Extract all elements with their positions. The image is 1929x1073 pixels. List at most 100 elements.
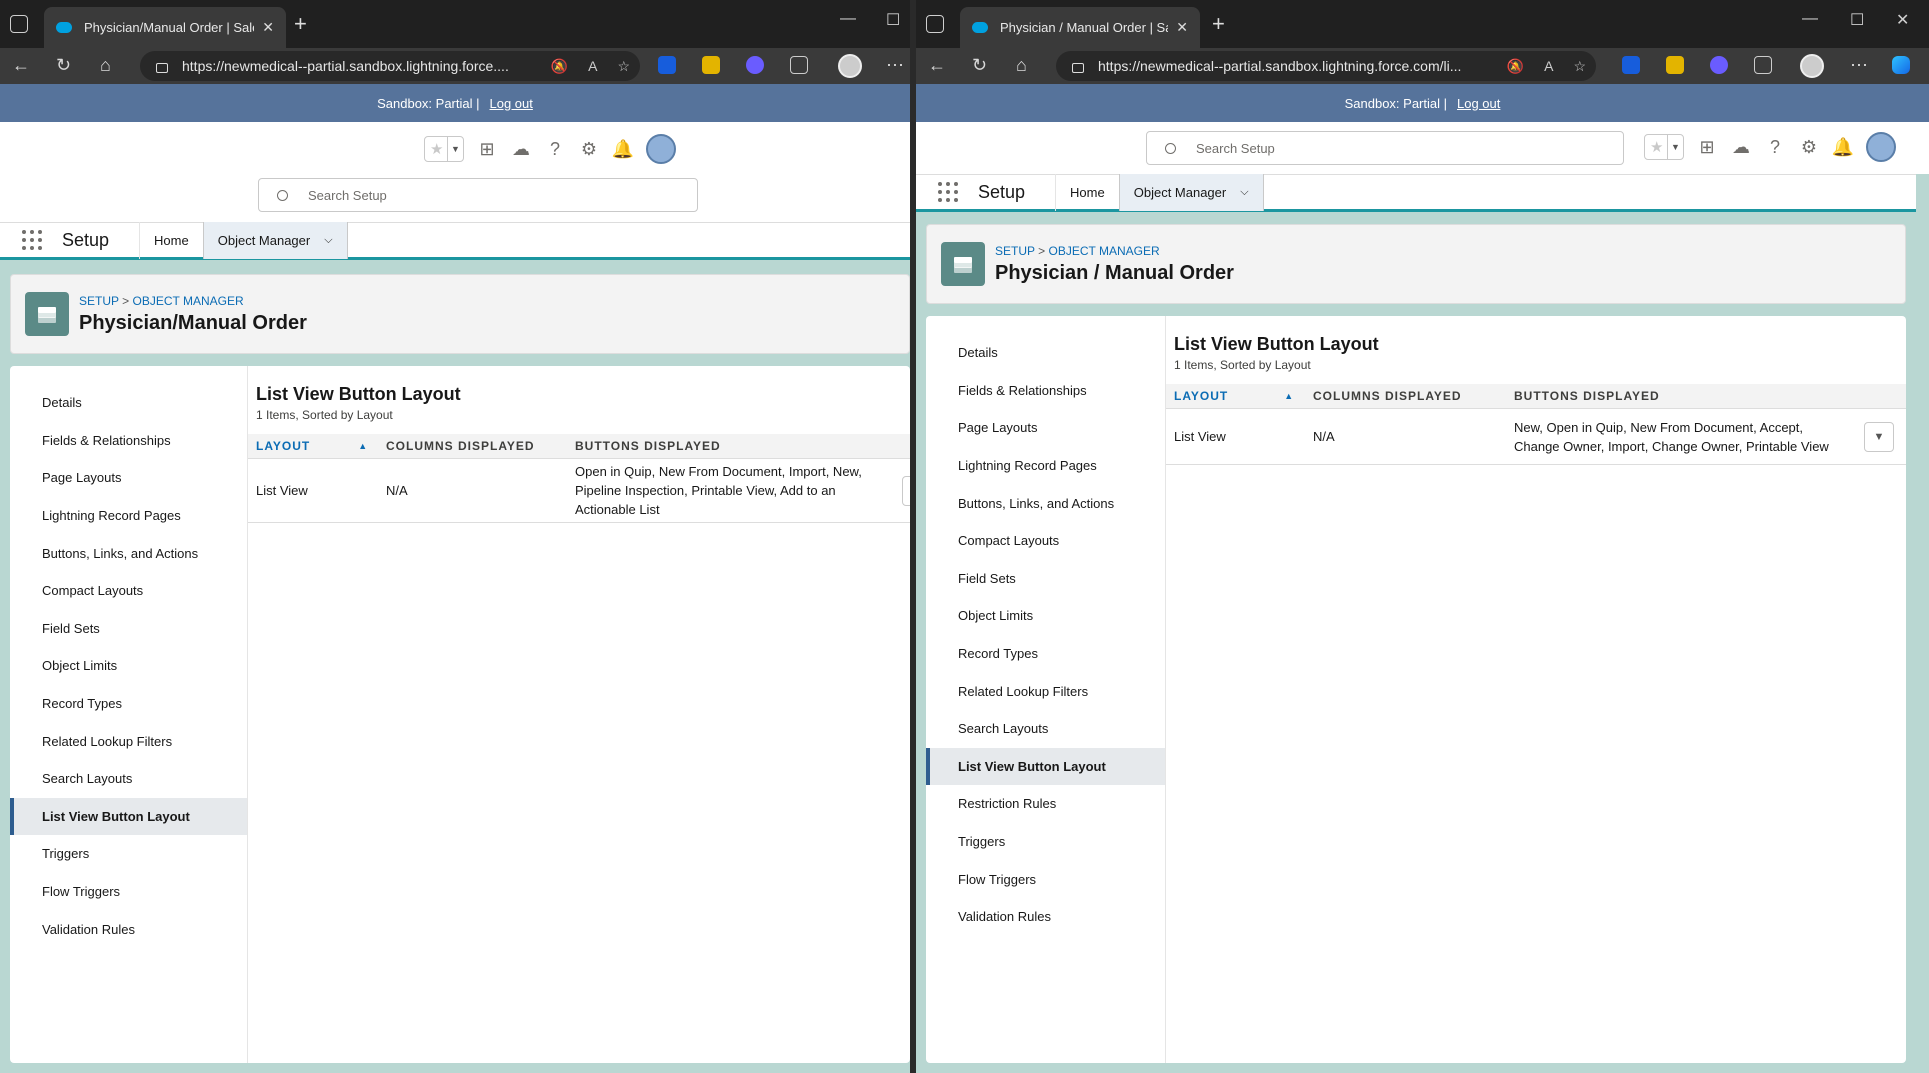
nav-home[interactable]: Home xyxy=(139,221,203,259)
home-icon[interactable]: ⌂ xyxy=(100,55,111,76)
extension-icon[interactable] xyxy=(1710,56,1728,74)
minimize-icon[interactable]: — xyxy=(840,10,856,28)
help-icon[interactable]: ? xyxy=(544,138,566,160)
avatar[interactable] xyxy=(1866,132,1896,162)
chevron-down-icon[interactable]: ⌵ xyxy=(1240,186,1248,199)
sidenav-item[interactable]: Details xyxy=(10,384,247,422)
sidenav-item[interactable]: Flow Triggers xyxy=(926,860,1165,898)
maximize-icon[interactable]: ☐ xyxy=(1850,10,1864,30)
back-icon[interactable]: ← xyxy=(12,55,30,76)
add-icon[interactable]: ⊞ xyxy=(476,138,498,160)
sidenav-item[interactable]: Fields & Relationships xyxy=(926,372,1165,410)
bitwarden-icon[interactable] xyxy=(1622,56,1640,74)
crumb-object-manager[interactable]: OBJECT MANAGER xyxy=(133,294,244,308)
sidenav-item[interactable]: Field Sets xyxy=(10,610,247,648)
profile-icon[interactable] xyxy=(838,54,862,78)
refresh-icon[interactable]: ↻ xyxy=(972,55,987,76)
copilot-icon[interactable] xyxy=(1892,56,1910,74)
sidenav-item[interactable]: Search Layouts xyxy=(10,760,247,798)
sidenav-item[interactable]: Page Layouts xyxy=(926,409,1165,447)
sidenav-item[interactable]: List View Button Layout xyxy=(10,797,247,836)
mute-icon[interactable]: 🔕 xyxy=(1507,58,1524,75)
crumb-setup[interactable]: SETUP xyxy=(79,294,119,308)
sidenav-item[interactable]: Related Lookup Filters xyxy=(926,672,1165,710)
extension-icon[interactable] xyxy=(746,56,764,74)
profile-icon[interactable] xyxy=(1800,54,1824,78)
sidenav-item[interactable]: Lightning Record Pages xyxy=(10,497,247,535)
trailhead-icon[interactable]: ☁ xyxy=(1730,136,1752,158)
favorites-button[interactable]: ★ ▼ xyxy=(1644,134,1684,160)
home-icon[interactable]: ⌂ xyxy=(1016,55,1027,76)
new-tab-icon[interactable]: + xyxy=(294,11,307,37)
sidenav-item[interactable]: Restriction Rules xyxy=(926,785,1165,823)
puzzle-icon[interactable] xyxy=(790,56,808,74)
browser-tab[interactable]: Physician / Manual Order | Salesf ✕ xyxy=(960,7,1200,48)
close-tab-icon[interactable]: ✕ xyxy=(1176,19,1188,36)
bell-icon[interactable]: 🔔 xyxy=(1832,136,1854,158)
extension-icon[interactable] xyxy=(702,56,720,74)
avatar[interactable] xyxy=(646,134,676,164)
sidenav-item[interactable]: Triggers xyxy=(926,823,1165,861)
favorites-button[interactable]: ★ ▼ xyxy=(424,136,464,162)
browser-tab[interactable]: Physician/Manual Order | Salesfo ✕ xyxy=(44,7,286,48)
add-icon[interactable]: ⊞ xyxy=(1696,136,1718,158)
logout-link[interactable]: Log out xyxy=(1457,96,1500,111)
sidenav-item[interactable]: Search Layouts xyxy=(926,710,1165,748)
nav-object-manager[interactable]: Object Manager ⌵ xyxy=(1118,173,1264,211)
mute-icon[interactable]: 🔕 xyxy=(551,58,568,75)
more-icon[interactable]: ⋯ xyxy=(886,55,904,76)
bell-icon[interactable]: 🔔 xyxy=(612,138,634,160)
sidenav-item[interactable]: Record Types xyxy=(926,635,1165,673)
minimize-icon[interactable]: — xyxy=(1802,10,1818,28)
refresh-icon[interactable]: ↻ xyxy=(56,55,71,76)
search-input[interactable]: Search Setup xyxy=(1146,131,1624,165)
chevron-down-icon[interactable]: ▼ xyxy=(447,137,463,161)
crumb-object-manager[interactable]: OBJECT MANAGER xyxy=(1049,244,1160,258)
sidenav-item[interactable]: Fields & Relationships xyxy=(10,422,247,460)
sidenav-item[interactable]: Lightning Record Pages xyxy=(926,447,1165,485)
row-action-button[interactable]: ▼ xyxy=(902,476,910,506)
sidenav-item[interactable]: Related Lookup Filters xyxy=(10,722,247,760)
help-icon[interactable]: ? xyxy=(1764,136,1786,158)
sidenav-item[interactable]: Field Sets xyxy=(926,560,1165,598)
sidenav-item[interactable]: Validation Rules xyxy=(10,910,247,948)
row-action-button[interactable]: ▼ xyxy=(1864,422,1894,452)
sidenav-item[interactable]: Triggers xyxy=(10,835,247,873)
trailhead-icon[interactable]: ☁ xyxy=(510,138,532,160)
col-layout[interactable]: LAYOUT ▲ xyxy=(248,439,378,453)
bitwarden-icon[interactable] xyxy=(658,56,676,74)
close-tab-icon[interactable]: ✕ xyxy=(262,19,274,36)
col-layout[interactable]: LAYOUT ▲ xyxy=(1166,389,1305,403)
waffle-icon[interactable] xyxy=(938,182,958,202)
sidenav-item[interactable]: Validation Rules xyxy=(926,898,1165,936)
chevron-down-icon[interactable]: ▼ xyxy=(1667,135,1683,159)
read-aloud-icon[interactable]: A xyxy=(588,58,597,74)
read-aloud-icon[interactable]: A xyxy=(1544,58,1553,74)
close-window-icon[interactable]: ✕ xyxy=(1896,10,1909,30)
nav-object-manager[interactable]: Object Manager ⌵ xyxy=(202,221,348,259)
sidenav-item[interactable]: Buttons, Links, and Actions xyxy=(10,534,247,572)
extension-icon[interactable] xyxy=(1666,56,1684,74)
chevron-down-icon[interactable]: ⌵ xyxy=(324,234,332,247)
workspaces-icon[interactable] xyxy=(10,15,28,33)
puzzle-icon[interactable] xyxy=(1754,56,1772,74)
sidenav-item[interactable]: Buttons, Links, and Actions xyxy=(926,484,1165,522)
waffle-icon[interactable] xyxy=(22,230,42,250)
back-icon[interactable]: ← xyxy=(928,55,946,76)
sidenav-item[interactable]: Object Limits xyxy=(926,597,1165,635)
crumb-setup[interactable]: SETUP xyxy=(995,244,1035,258)
gear-icon[interactable]: ⚙ xyxy=(578,138,600,160)
sidenav-item[interactable]: Flow Triggers xyxy=(10,873,247,911)
sidenav-item[interactable]: Object Limits xyxy=(10,647,247,685)
workspaces-icon[interactable] xyxy=(926,15,944,33)
url-field[interactable]: https://newmedical--partial.sandbox.ligh… xyxy=(140,51,640,81)
search-input[interactable]: Search Setup xyxy=(258,178,698,212)
favorite-star-icon[interactable]: ☆ xyxy=(617,58,630,75)
favorite-star-icon[interactable]: ☆ xyxy=(1573,58,1586,75)
sidenav-item[interactable]: Record Types xyxy=(10,685,247,723)
sidenav-item[interactable]: List View Button Layout xyxy=(926,747,1165,786)
sidenav-item[interactable]: Compact Layouts xyxy=(10,572,247,610)
more-icon[interactable]: ⋯ xyxy=(1850,55,1868,76)
logout-link[interactable]: Log out xyxy=(490,96,533,111)
sidenav-item[interactable]: Page Layouts xyxy=(10,459,247,497)
